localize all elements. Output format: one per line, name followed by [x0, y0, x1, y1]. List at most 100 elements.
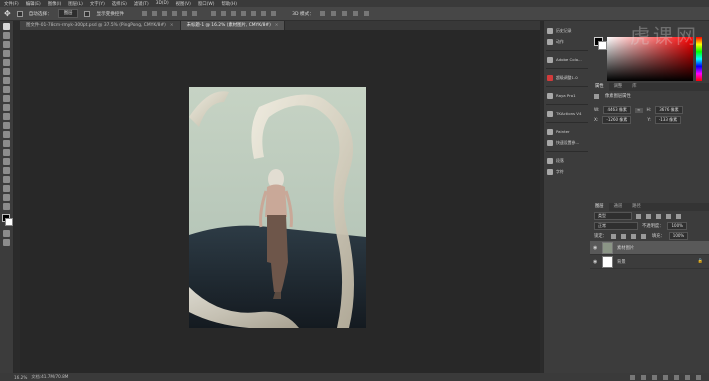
tab-libraries[interactable]: 库	[627, 83, 641, 91]
menu-3d[interactable]: 3D(D)	[156, 1, 169, 6]
menu-help[interactable]: 帮助(H)	[221, 1, 237, 7]
dock-item-label: 动作	[556, 38, 564, 44]
menu-select[interactable]: 选择(S)	[112, 1, 127, 7]
dock-item-history[interactable]: 历史记录	[544, 25, 590, 36]
close-icon[interactable]: ×	[275, 23, 279, 28]
dodge-tool-icon[interactable]	[3, 140, 10, 147]
doc-tab-2[interactable]: 未标题-1 @ 16.2% (素材图片, CMYK/8#) ×	[180, 21, 286, 30]
fg-bg-swatches[interactable]	[594, 37, 607, 50]
pen-icon	[547, 128, 553, 135]
lock-label: 锁定：	[594, 234, 607, 239]
y-field[interactable]: -133 像素	[654, 116, 682, 124]
menu-view[interactable]: 视图(V)	[176, 1, 191, 7]
blend-mode-dropdown[interactable]: 正常	[594, 222, 638, 230]
layer-thumbnail	[602, 241, 613, 254]
tab-paths[interactable]: 路径	[627, 203, 646, 211]
eyedropper-tool-icon[interactable]	[3, 68, 10, 75]
3d-mode-buttons[interactable]	[319, 11, 371, 16]
menu-window[interactable]: 窗口(W)	[198, 1, 215, 7]
menu-filter[interactable]: 滤镜(T)	[134, 1, 149, 7]
history-brush-tool-icon[interactable]	[3, 104, 10, 111]
show-transform-checkbox[interactable]	[84, 10, 91, 17]
tab-adjustments[interactable]: 调整	[609, 83, 628, 91]
type-tool-icon[interactable]	[3, 158, 10, 165]
healing-tool-icon[interactable]	[3, 77, 10, 84]
layer-row-background[interactable]: ◉ 背景 🔒	[590, 255, 709, 269]
gradient-tool-icon[interactable]	[3, 122, 10, 129]
crop-tool-icon[interactable]	[3, 59, 10, 66]
quick-select-tool-icon[interactable]	[3, 50, 10, 57]
character-icon	[547, 168, 553, 175]
width-field[interactable]: 4463 像素	[603, 106, 631, 114]
document-canvas-image[interactable]	[189, 87, 366, 328]
path-select-tool-icon[interactable]	[3, 167, 10, 174]
hand-tool-icon[interactable]	[3, 185, 10, 192]
background-color-swatch[interactable]	[5, 218, 13, 226]
raya-icon	[547, 92, 553, 99]
blur-tool-icon[interactable]	[3, 131, 10, 138]
dock-item-adobe-color[interactable]: Adobe Colo...	[544, 54, 590, 65]
quick-mask-icon[interactable]	[3, 230, 10, 237]
lock-row: 锁定： 填充： 100%	[590, 231, 709, 241]
dock-item-tk[interactable]: TKActions V4	[544, 108, 590, 119]
move-tool-icon[interactable]	[3, 23, 10, 30]
eye-icon[interactable]: ◉	[593, 259, 598, 265]
doc-tab-1[interactable]: 图文件-01-78cm-rmyk-300pt.psd @ 37.5% (Ping…	[20, 21, 181, 30]
menu-layer[interactable]: 图层(L)	[68, 1, 83, 7]
eye-icon[interactable]: ◉	[593, 245, 598, 251]
layer-buttons[interactable]	[630, 374, 703, 380]
stamp-tool-icon[interactable]	[3, 95, 10, 102]
dock-item-label: 字符	[556, 168, 564, 174]
x-field[interactable]: -1260 像素	[602, 116, 632, 124]
properties-tabs: 属性 调整 库	[590, 83, 709, 91]
distribute-buttons[interactable]	[211, 11, 278, 16]
close-icon[interactable]: ×	[170, 23, 174, 28]
tab-layers[interactable]: 图层	[590, 203, 609, 211]
menu-edit[interactable]: 编辑(E)	[26, 1, 41, 7]
layer-row-material[interactable]: ◉ 素材图片	[590, 241, 709, 255]
lasso-tool-icon[interactable]	[3, 41, 10, 48]
layer-filter-dropdown[interactable]: 类型	[594, 212, 632, 220]
dock-item-raya[interactable]: Raya Pro1	[544, 90, 590, 101]
screen-mode-icon[interactable]	[3, 239, 10, 246]
options-bar: ✥ 自动选择： 图层 显示变换控件 3D 模式：	[0, 7, 709, 21]
move-tool-icon[interactable]: ✥	[4, 9, 11, 18]
auto-select-checkbox[interactable]	[16, 10, 23, 17]
y-label: Y:	[647, 117, 651, 123]
shape-tool-icon[interactable]	[3, 176, 10, 183]
dock-item-paragraph[interactable]: 段落	[544, 155, 590, 166]
more-tools-icon[interactable]	[3, 203, 10, 210]
panel-dock: 历史记录 动作 Adobe Colo... 超级调整1.0 Raya Pro1 …	[543, 21, 591, 373]
dock-item-character[interactable]: 字符	[544, 166, 590, 177]
zoom-level[interactable]: 16.2%	[14, 375, 27, 380]
menu-type[interactable]: 文字(Y)	[90, 1, 105, 7]
height-field[interactable]: 3676 像素	[655, 106, 683, 114]
tab-properties[interactable]: 属性	[590, 83, 609, 91]
actions-icon	[547, 38, 553, 45]
menu-image[interactable]: 图像(I)	[48, 1, 62, 7]
eraser-tool-icon[interactable]	[3, 113, 10, 120]
x-label: X:	[594, 117, 599, 123]
status-bar: 16.2% 文档:41.7M/70.8M	[0, 373, 709, 381]
color-swatches[interactable]	[0, 214, 13, 228]
dock-item-generate[interactable]: 超级调整1.0	[544, 72, 590, 83]
marquee-tool-icon[interactable]	[3, 32, 10, 39]
brush-tool-icon[interactable]	[3, 86, 10, 93]
dock-item-label: 快速设置参...	[556, 139, 580, 145]
opacity-field[interactable]: 100%	[667, 222, 687, 230]
lock-icons[interactable]	[610, 233, 648, 239]
layers-tabs: 图层 通道 路径	[590, 203, 709, 211]
auto-select-dropdown[interactable]: 图层	[57, 9, 79, 18]
link-icon[interactable]: ∞	[634, 107, 643, 113]
align-buttons[interactable]	[142, 11, 199, 16]
filter-icons[interactable]	[636, 213, 683, 219]
background-color-swatch[interactable]	[598, 41, 607, 50]
dock-item-painter[interactable]: Painter	[544, 126, 590, 137]
dock-item-quick-settings[interactable]: 快速设置参...	[544, 137, 590, 148]
zoom-tool-icon[interactable]	[3, 194, 10, 201]
dock-item-actions[interactable]: 动作	[544, 36, 590, 47]
menu-file[interactable]: 文件(F)	[4, 1, 19, 7]
fill-field[interactable]: 100%	[668, 232, 689, 240]
pen-tool-icon[interactable]	[3, 149, 10, 156]
tab-channels[interactable]: 通道	[609, 203, 628, 211]
